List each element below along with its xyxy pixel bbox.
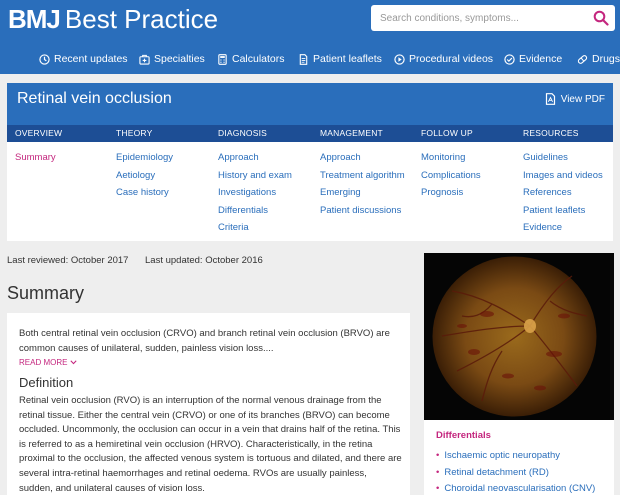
tab-resources[interactable]: Resources bbox=[523, 125, 579, 142]
link-management-approach[interactable]: Approach bbox=[320, 149, 405, 167]
link-emerging[interactable]: Emerging bbox=[320, 184, 405, 202]
search-icon[interactable] bbox=[593, 10, 609, 26]
link-summary[interactable]: Summary bbox=[15, 149, 56, 167]
overview-links: Summary bbox=[15, 149, 56, 167]
nav-label: Calculators bbox=[232, 53, 285, 65]
differential-label: Retinal detachment (RD) bbox=[444, 466, 549, 478]
pill-icon bbox=[577, 54, 588, 64]
management-links: Approach Treatment algorithm Emerging Pa… bbox=[320, 149, 405, 219]
search-box bbox=[371, 5, 615, 31]
definition-body: Retinal vein occlusion (RVO) is an inter… bbox=[19, 395, 402, 494]
search-input[interactable] bbox=[371, 5, 586, 31]
link-investigations[interactable]: Investigations bbox=[218, 184, 292, 202]
differentials-card: Differentials • Ischaemic optic neuropath… bbox=[424, 420, 614, 495]
play-icon bbox=[394, 53, 405, 65]
topic-card: Retinal vein occlusion View PDF Overview… bbox=[7, 83, 613, 241]
theory-links: Epidemiology Aetiology Case history bbox=[116, 149, 173, 202]
link-case-history[interactable]: Case history bbox=[116, 184, 173, 202]
tab-overview[interactable]: Overview bbox=[15, 125, 62, 142]
topic-title: Retinal vein occlusion bbox=[17, 90, 172, 107]
nav-specialties[interactable]: Specialties bbox=[139, 50, 205, 68]
read-more-label: Read more bbox=[19, 358, 68, 367]
differential-item[interactable]: • Ischaemic optic neuropathy bbox=[436, 448, 595, 465]
link-patient-leaflets[interactable]: Patient leaflets bbox=[523, 202, 603, 220]
nav-calculators[interactable]: Calculators bbox=[217, 50, 285, 68]
differentials-list: • Ischaemic optic neuropathy • Retinal det… bbox=[436, 448, 595, 495]
calculator-icon bbox=[218, 53, 227, 65]
bmj-best-practice-logo[interactable]: BMJ Best Practice bbox=[8, 6, 218, 32]
tab-diagnosis[interactable]: Diagnosis bbox=[218, 125, 267, 142]
nav-procedural-videos[interactable]: Procedural videos bbox=[394, 50, 493, 68]
link-guidelines[interactable]: Guidelines bbox=[523, 149, 603, 167]
clock-icon bbox=[39, 53, 50, 65]
topic-header: Retinal vein occlusion View PDF bbox=[7, 83, 613, 125]
definition-heading: Definition bbox=[19, 375, 74, 390]
link-complications[interactable]: Complications bbox=[421, 167, 481, 185]
last-updated: Last updated: October 2016 bbox=[145, 255, 263, 266]
tab-follow-up[interactable]: Follow up bbox=[421, 125, 473, 142]
fundus-image-panel[interactable] bbox=[424, 253, 614, 420]
nav-recent-updates[interactable]: Recent updates bbox=[39, 50, 128, 68]
differential-item[interactable]: • Choroidal neovascularisation (CNV) bbox=[436, 481, 595, 495]
link-aetiology[interactable]: Aetiology bbox=[116, 167, 173, 185]
nav-label: Drugs bbox=[592, 53, 620, 65]
link-prognosis[interactable]: Prognosis bbox=[421, 184, 481, 202]
link-images-and-videos[interactable]: Images and videos bbox=[523, 167, 603, 185]
view-pdf-label: View PDF bbox=[560, 93, 605, 105]
nav-label: Evidence bbox=[519, 53, 563, 65]
tab-management[interactable]: Management bbox=[320, 125, 383, 142]
logo-best-practice: Best Practice bbox=[64, 4, 219, 34]
logo-bmj: BMJ bbox=[8, 4, 61, 34]
link-diagnosis-approach[interactable]: Approach bbox=[218, 149, 292, 167]
check-circle-icon bbox=[504, 53, 515, 65]
link-epidemiology[interactable]: Epidemiology bbox=[116, 149, 173, 167]
differential-label: Choroidal neovascularisation (CNV) bbox=[444, 483, 596, 494]
link-evidence[interactable]: Evidence bbox=[523, 219, 603, 237]
pdf-icon bbox=[545, 93, 555, 105]
site-header: BMJBest Practice Recent updates Specialt… bbox=[0, 0, 620, 74]
topic-tabs: Overview Theory Diagnosis Management Fol… bbox=[7, 125, 613, 142]
main-nav: Recent updates Specialties Calculators P… bbox=[0, 50, 620, 68]
link-references[interactable]: References bbox=[523, 184, 603, 202]
follow-up-links: Monitoring Complications Prognosis bbox=[421, 149, 481, 202]
nav-label: Patient leaflets bbox=[313, 53, 382, 65]
nav-evidence[interactable]: Evidence bbox=[504, 50, 562, 68]
resources-links: Guidelines Images and videos References … bbox=[523, 149, 603, 237]
link-monitoring[interactable]: Monitoring bbox=[421, 149, 481, 167]
link-history-and-exam[interactable]: History and exam bbox=[218, 167, 292, 185]
last-reviewed: Last reviewed: October 2017 bbox=[7, 255, 129, 266]
nav-label: Procedural videos bbox=[409, 53, 494, 65]
nav-patient-leaflets[interactable]: Patient leaflets bbox=[298, 50, 382, 68]
nav-drugs[interactable]: Drugs bbox=[577, 50, 620, 68]
diagnosis-links: Approach History and exam Investigations… bbox=[218, 149, 292, 237]
medical-bag-icon bbox=[139, 54, 150, 65]
differential-label: Ischaemic optic neuropathy bbox=[444, 450, 560, 461]
read-more-link[interactable]: Read more bbox=[19, 358, 77, 367]
summary-card: Both central retinal vein occlusion (CRV… bbox=[7, 313, 410, 495]
link-criteria[interactable]: Criteria bbox=[218, 219, 292, 237]
chevron-down-icon bbox=[70, 360, 77, 365]
nav-label: Recent updates bbox=[54, 53, 128, 65]
differentials-heading[interactable]: Differentials bbox=[436, 430, 491, 441]
summary-heading: Summary bbox=[7, 283, 85, 303]
nav-label: Specialties bbox=[154, 53, 205, 65]
link-treatment-algorithm[interactable]: Treatment algorithm bbox=[320, 167, 405, 185]
summary-intro: Both central retinal vein occlusion (CRV… bbox=[19, 328, 390, 354]
tab-theory[interactable]: Theory bbox=[116, 125, 152, 142]
document-icon bbox=[299, 53, 308, 65]
fundus-photo bbox=[432, 256, 597, 417]
link-differentials[interactable]: Differentials bbox=[218, 202, 292, 220]
link-patient-discussions[interactable]: Patient discussions bbox=[320, 202, 405, 220]
differential-item[interactable]: • Retinal detachment (RD) bbox=[436, 465, 595, 482]
view-pdf-link[interactable]: View PDF bbox=[545, 93, 605, 105]
